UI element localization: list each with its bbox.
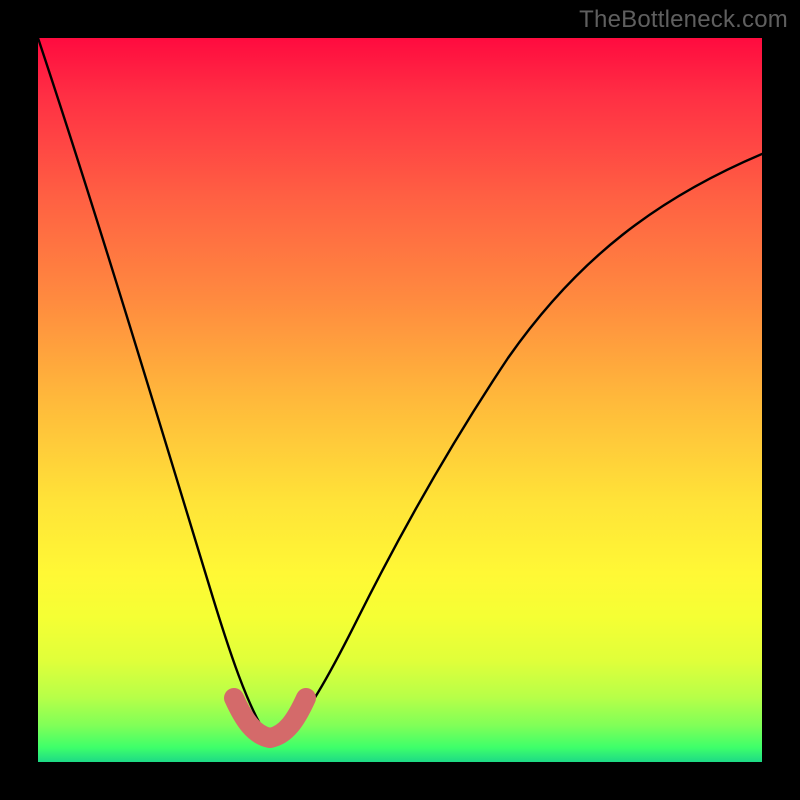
curve-svg — [38, 38, 762, 762]
plot-area — [38, 38, 762, 762]
trough-marker — [234, 698, 306, 738]
watermark-text: TheBottleneck.com — [579, 6, 788, 34]
bottleneck-curve — [38, 38, 762, 736]
outer-frame: TheBottleneck.com — [0, 0, 800, 800]
